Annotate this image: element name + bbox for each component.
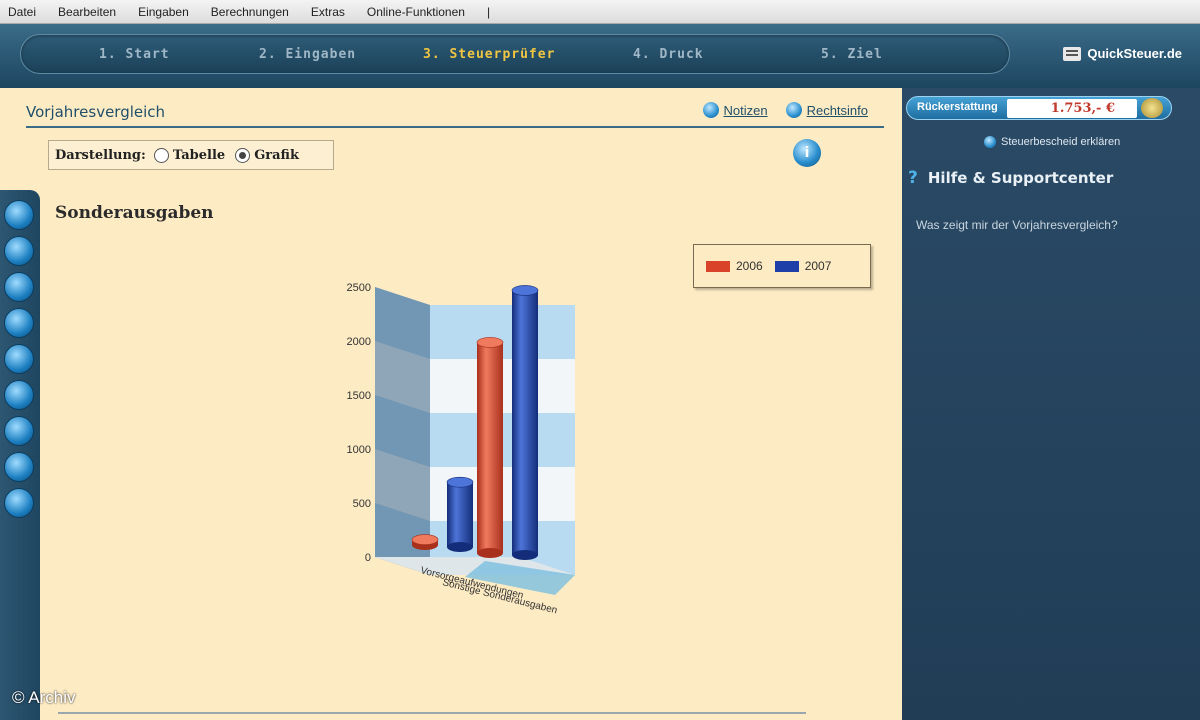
brand-logo[interactable]: QuickSteuer.de bbox=[1063, 46, 1182, 61]
chart-bar-top bbox=[511, 285, 539, 296]
wizard-bar: 1. Start 2. Eingaben 3. Steuerprüfer 4. … bbox=[0, 24, 1200, 88]
wizard-step-start[interactable]: 1. Start bbox=[99, 47, 170, 62]
brand-name: QuickSteuer.de bbox=[1087, 46, 1182, 61]
notes-link-label: Notizen bbox=[723, 102, 768, 118]
tool-home-icon[interactable] bbox=[4, 236, 34, 266]
chart-title: Sonderausgaben bbox=[55, 203, 214, 223]
display-mode-label: Darstellung: bbox=[55, 147, 146, 163]
coins-icon bbox=[1141, 98, 1163, 118]
refund-display: Rückerstattung 1.753,- € bbox=[906, 96, 1172, 120]
chart-bar-top bbox=[446, 476, 474, 488]
y-tick-label: 2500 bbox=[347, 282, 371, 294]
chart-canvas: 05001000150020002500Vorsorgeaufwendungen… bbox=[347, 282, 575, 616]
menu-eingaben[interactable]: Eingaben bbox=[138, 5, 189, 19]
refund-label: Rückerstattung bbox=[917, 101, 998, 113]
radio-chart[interactable] bbox=[235, 147, 251, 163]
wizard-steps: 1. Start 2. Eingaben 3. Steuerprüfer 4. … bbox=[20, 34, 1010, 74]
refund-value: 1.753,- € bbox=[1007, 99, 1137, 118]
tool-heart-icon[interactable] bbox=[4, 380, 34, 410]
info-icon bbox=[785, 102, 802, 118]
wizard-step-eingaben[interactable]: 2. Eingaben bbox=[259, 47, 356, 62]
radio-table-label[interactable]: Tabelle bbox=[173, 148, 225, 163]
menu-extras[interactable]: Extras bbox=[311, 5, 345, 19]
legend-swatch-2007 bbox=[774, 260, 799, 272]
notes-link[interactable]: Notizen bbox=[702, 102, 768, 118]
menu-online-funktionen[interactable]: Online-Funktionen bbox=[367, 5, 465, 19]
legal-info-link[interactable]: Rechtsinfo bbox=[785, 102, 868, 118]
help-question-link[interactable]: Was zeigt mir der Vorjahresvergleich? bbox=[916, 218, 1118, 232]
copyright-watermark: © Archiv bbox=[12, 688, 76, 707]
tool-settings-icon[interactable] bbox=[4, 488, 34, 518]
chart-bar-top bbox=[411, 534, 439, 545]
wizard-step-steuerpruefer[interactable]: 3. Steuerprüfer bbox=[423, 47, 555, 62]
tool-globe-icon[interactable] bbox=[4, 200, 34, 230]
title-divider bbox=[26, 126, 884, 128]
wizard-step-ziel[interactable]: 5. Ziel bbox=[821, 47, 883, 62]
chart-bar-2007-0 bbox=[447, 482, 473, 547]
menu-berechnungen[interactable]: Berechnungen bbox=[211, 5, 289, 19]
tool-money-icon[interactable] bbox=[4, 272, 34, 302]
explain-link-label: Steuerbescheid erklären bbox=[1001, 136, 1121, 148]
menu-bearbeiten[interactable]: Bearbeiten bbox=[58, 5, 116, 19]
bottom-divider bbox=[58, 712, 806, 714]
chart-bar-2006-1 bbox=[477, 342, 503, 553]
radio-table[interactable] bbox=[153, 147, 169, 163]
chart-bar-2007-1 bbox=[512, 290, 538, 555]
legend-label-2007: 2007 bbox=[804, 259, 832, 273]
chart-bar-base bbox=[447, 542, 473, 552]
chart-bar-base bbox=[477, 548, 503, 558]
chart-bar-base bbox=[512, 550, 538, 560]
left-toolbar bbox=[0, 190, 40, 720]
menu-separator: | bbox=[486, 4, 491, 19]
legal-info-link-label: Rechtsinfo bbox=[806, 102, 868, 118]
menu-datei[interactable]: Datei bbox=[8, 5, 36, 19]
help-title: Hilfe & Supportcenter bbox=[927, 169, 1114, 187]
question-mark-icon: ? bbox=[908, 168, 918, 188]
brand-icon bbox=[1063, 46, 1082, 61]
legend-label-2006: 2006 bbox=[736, 259, 763, 273]
tool-chart-icon[interactable] bbox=[4, 452, 34, 482]
y-tick-label: 2000 bbox=[347, 336, 371, 348]
y-tick-label: 1500 bbox=[347, 390, 371, 402]
tool-car-icon[interactable] bbox=[4, 344, 34, 374]
y-tick-label: 1000 bbox=[347, 444, 371, 456]
display-mode-group: Darstellung: Tabelle Grafik bbox=[48, 140, 334, 170]
top-links: Notizen Rechtsinfo bbox=[702, 102, 868, 118]
radio-chart-label[interactable]: Grafik bbox=[254, 148, 299, 163]
wizard-step-druck[interactable]: 4. Druck bbox=[633, 47, 704, 62]
tool-leaf-icon[interactable] bbox=[4, 416, 34, 446]
legend-swatch-2006 bbox=[706, 260, 730, 272]
menu-bar: Datei Bearbeiten Eingaben Berechnungen E… bbox=[0, 0, 1200, 24]
explain-icon bbox=[984, 136, 996, 148]
chart-bar-top bbox=[476, 337, 504, 348]
help-header: ? Hilfe & Supportcenter bbox=[908, 168, 1113, 188]
y-tick-label: 500 bbox=[353, 498, 371, 510]
help-info-icon[interactable]: i bbox=[793, 139, 821, 167]
tool-email-icon[interactable] bbox=[4, 308, 34, 338]
notes-icon bbox=[702, 102, 719, 118]
y-tick-label: 0 bbox=[365, 552, 371, 564]
chart-legend: 2006 2007 bbox=[693, 244, 871, 288]
explain-link[interactable]: Steuerbescheid erklären bbox=[984, 136, 1120, 148]
page-title: Vorjahresvergleich bbox=[26, 103, 166, 121]
